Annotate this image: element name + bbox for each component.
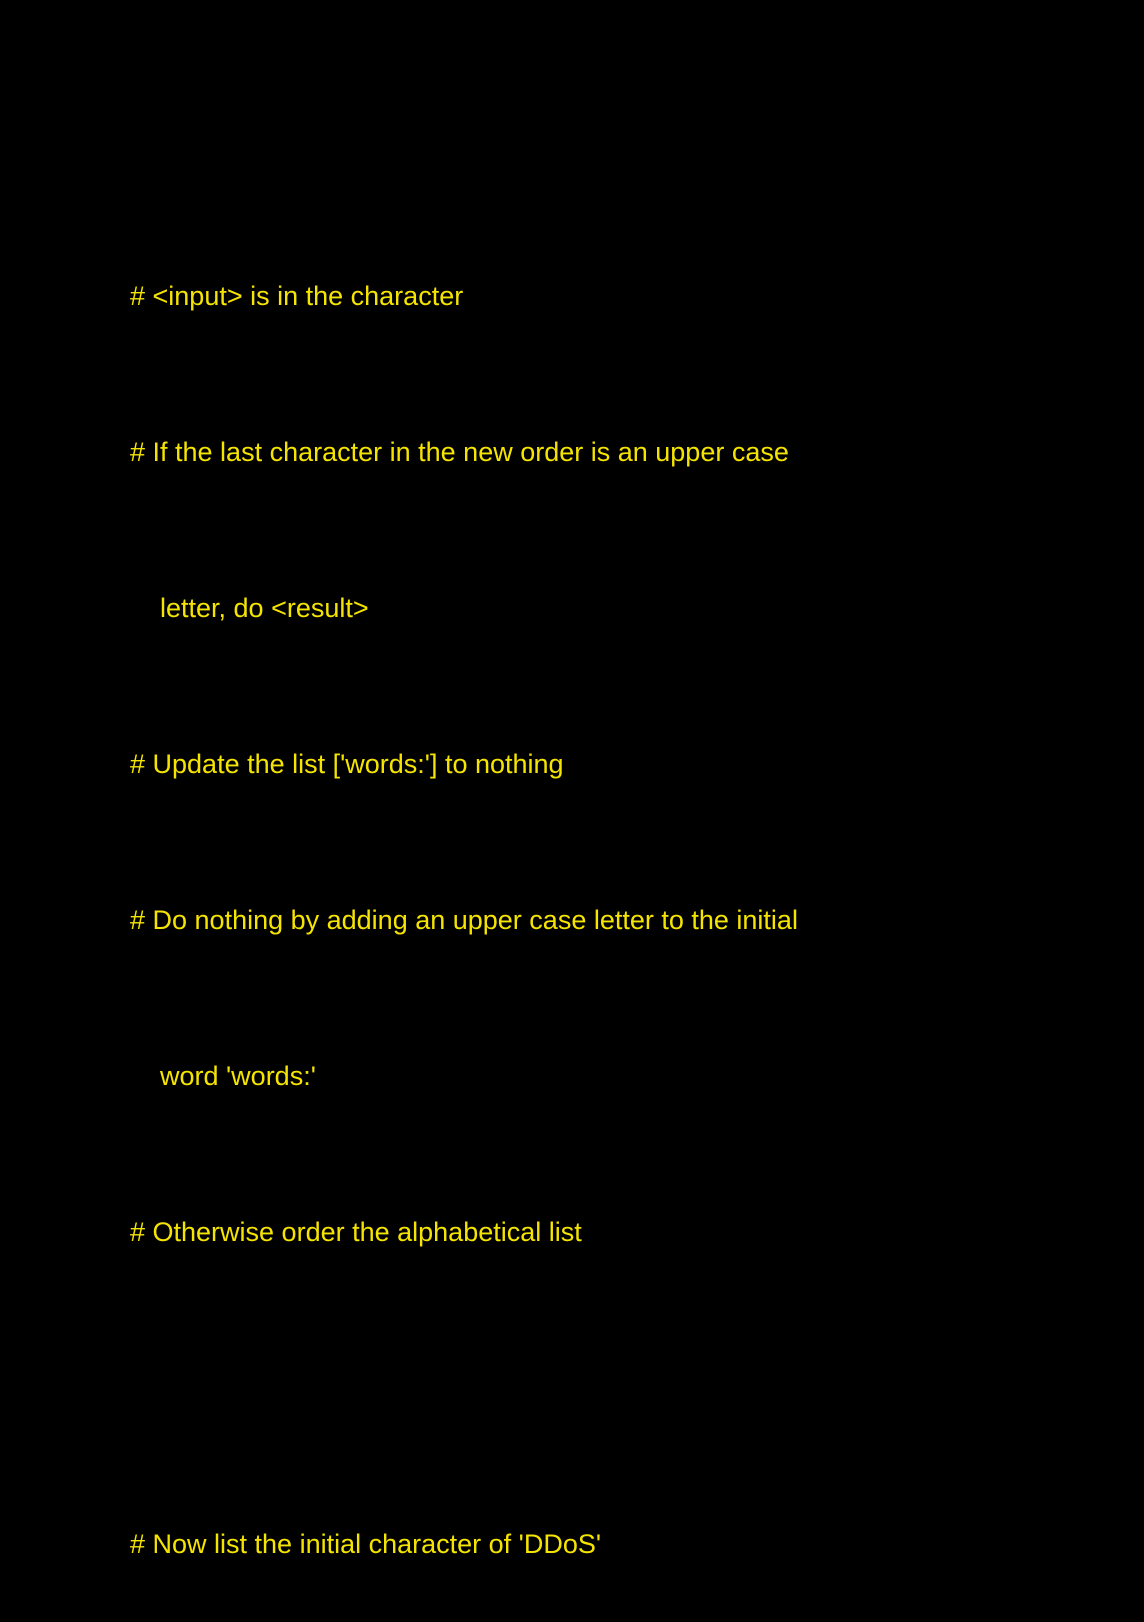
comment-line: # <input> is in the character [130,281,464,311]
comment-line: # Update the list ['words:'] to nothing [130,749,564,779]
comment-line-continuation: word 'words:' [160,1061,316,1091]
comment-line: # If the last character in the new order… [130,437,789,467]
comment-line-continuation: letter, do <result> [160,593,369,623]
comment-line: # Now list the initial character of 'DDo… [130,1529,601,1559]
comment-line: # Do nothing by adding an upper case let… [130,905,798,935]
comment-text-block: # <input> is in the character # If the l… [130,166,1090,1622]
comment-line: # Otherwise order the alphabetical list [130,1217,582,1247]
